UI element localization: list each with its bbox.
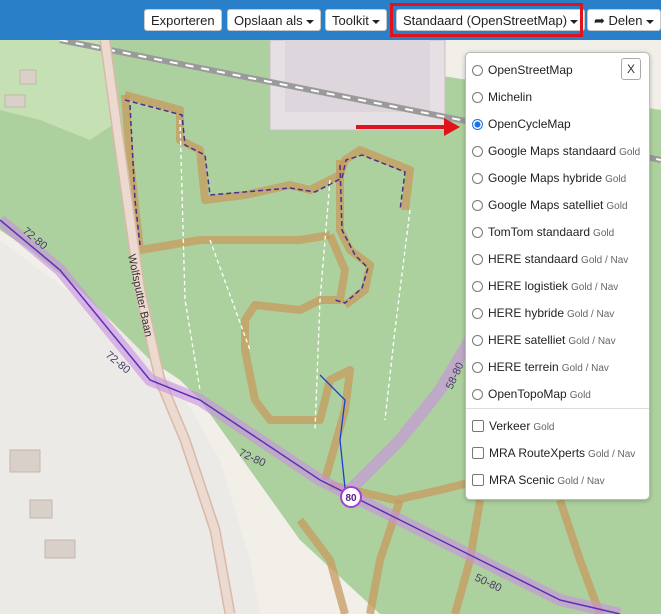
layer-panel: X OpenStreetMap Michelin OpenCycleMap Go… <box>465 52 650 500</box>
layer-option-google-hybride[interactable]: Google Maps hybride Gold <box>472 168 626 188</box>
overlay-option-mra-scenic[interactable]: MRA Scenic Gold / Nav <box>472 470 605 490</box>
layer-option-label: TomTom standaard <box>488 225 591 239</box>
close-button[interactable]: X <box>621 58 641 80</box>
layer-option-here-satelliet[interactable]: HERE satelliet Gold / Nav <box>472 330 616 350</box>
toolkit-dropdown[interactable]: Toolkit <box>325 9 387 31</box>
layer-option-tag: Gold <box>569 390 591 401</box>
layer-option-label: OpenStreetMap <box>488 63 573 77</box>
overlay-option-tag: Gold <box>533 422 555 433</box>
radio-icon[interactable] <box>472 200 483 211</box>
layer-option-opencyclemap[interactable]: OpenCycleMap <box>472 114 574 134</box>
export-label: Exporteren <box>151 13 215 28</box>
layer-option-label: OpenTopoMap <box>488 387 567 401</box>
overlay-option-tag: Gold / Nav <box>588 449 636 460</box>
radio-icon[interactable] <box>472 281 483 292</box>
layer-option-google-satelliet[interactable]: Google Maps satelliet Gold <box>472 195 628 215</box>
radio-icon[interactable] <box>472 362 483 373</box>
radio-selected-icon[interactable] <box>472 119 483 130</box>
layer-option-tag: Gold / Nav <box>567 309 615 320</box>
share-label: Delen <box>608 13 643 28</box>
layer-option-label: HERE satelliet <box>488 333 566 347</box>
layer-option-label: Google Maps hybride <box>488 171 603 185</box>
save-as-label: Opslaan als <box>234 13 303 28</box>
layer-option-tag: Gold <box>605 174 627 185</box>
chevron-down-icon <box>371 19 380 24</box>
layer-option-label: Michelin <box>488 90 533 104</box>
checkbox-icon[interactable] <box>472 474 484 486</box>
divider <box>466 408 649 409</box>
layer-option-tag: Gold / Nav <box>581 255 629 266</box>
layer-option-label: Google Maps standaard <box>488 144 617 158</box>
layer-option-here-hybride[interactable]: HERE hybride Gold / Nav <box>472 303 614 323</box>
radio-icon[interactable] <box>472 146 483 157</box>
overlay-option-tag: Gold / Nav <box>557 476 605 487</box>
layer-option-label: OpenCycleMap <box>488 117 571 131</box>
overlay-option-label: Verkeer <box>489 419 531 433</box>
layer-option-here-logistiek[interactable]: HERE logistiek Gold / Nav <box>472 276 618 296</box>
layer-option-michelin[interactable]: Michelin <box>472 87 535 107</box>
share-icon: ➦ <box>594 13 605 28</box>
node-marker-label: 80 <box>345 493 357 504</box>
layer-dropdown-highlight <box>390 3 583 37</box>
layer-option-here-standaard[interactable]: HERE standaard Gold / Nav <box>472 249 628 269</box>
layer-option-tag: Gold / Nav <box>571 282 619 293</box>
overlay-option-label: MRA Scenic <box>489 473 555 487</box>
layer-option-here-terrein[interactable]: HERE terrein Gold / Nav <box>472 357 609 377</box>
overlay-option-verkeer[interactable]: Verkeer Gold <box>472 416 554 436</box>
layer-option-opentopomap[interactable]: OpenTopoMap Gold <box>472 384 591 404</box>
overlay-option-mra-routexperts[interactable]: MRA RouteXperts Gold / Nav <box>472 443 635 463</box>
radio-icon[interactable] <box>472 254 483 265</box>
radio-icon[interactable] <box>472 92 483 103</box>
radio-icon[interactable] <box>472 173 483 184</box>
radio-icon[interactable] <box>472 335 483 346</box>
radio-icon[interactable] <box>472 227 483 238</box>
layer-option-google-standaard[interactable]: Google Maps standaard Gold <box>472 141 640 161</box>
radio-icon[interactable] <box>472 389 483 400</box>
checkbox-icon[interactable] <box>472 420 484 432</box>
layer-option-label: HERE logistiek <box>488 279 569 293</box>
layer-option-label: HERE standaard <box>488 252 579 266</box>
checkbox-icon[interactable] <box>472 447 484 459</box>
chevron-down-icon <box>645 19 654 24</box>
layer-option-tag: Gold <box>593 228 615 239</box>
radio-icon[interactable] <box>472 308 483 319</box>
layer-option-tag: Gold / Nav <box>568 336 616 347</box>
radio-icon[interactable] <box>472 65 483 76</box>
share-dropdown[interactable]: ➦ Delen <box>587 9 661 31</box>
layer-option-label: HERE terrein <box>488 360 559 374</box>
layer-option-label: Google Maps satelliet <box>488 198 604 212</box>
export-button[interactable]: Exporteren <box>144 9 222 31</box>
layer-option-tomtom-standaard[interactable]: TomTom standaard Gold <box>472 222 614 242</box>
chevron-down-icon <box>305 19 314 24</box>
toolkit-label: Toolkit <box>332 13 369 28</box>
layer-option-tag: Gold <box>606 201 628 212</box>
save-as-dropdown[interactable]: Opslaan als <box>227 9 321 31</box>
layer-option-openstreetmap[interactable]: OpenStreetMap <box>472 60 576 80</box>
overlay-option-label: MRA RouteXperts <box>489 446 586 460</box>
layer-option-label: HERE hybride <box>488 306 565 320</box>
layer-option-tag: Gold / Nav <box>561 363 609 374</box>
layer-option-tag: Gold <box>619 147 641 158</box>
